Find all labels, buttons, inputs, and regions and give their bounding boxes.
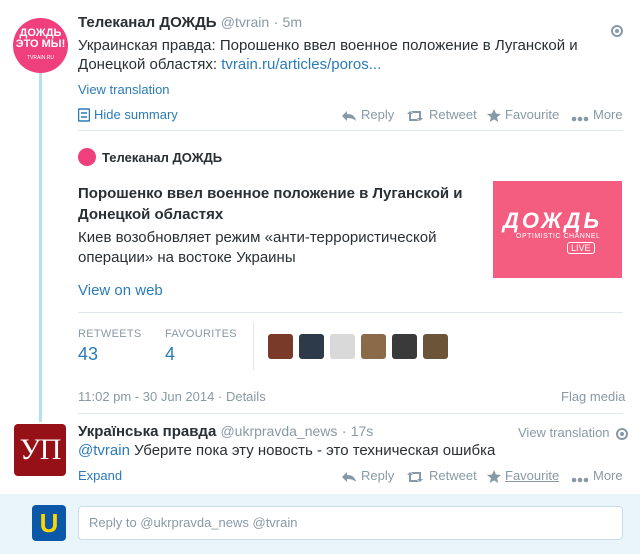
- timestamp[interactable]: 5m: [283, 14, 302, 30]
- reply-icon: [342, 472, 356, 482]
- more-button[interactable]: More: [571, 107, 623, 122]
- avatar[interactable]: УП: [14, 424, 66, 476]
- mention-link[interactable]: @tvrain: [78, 442, 130, 459]
- more-label: More: [593, 468, 623, 483]
- avatar-letter: U: [39, 507, 59, 538]
- timestamp[interactable]: 17s: [351, 423, 374, 439]
- divider: [253, 322, 254, 370]
- retweet-icon: [407, 111, 423, 121]
- reply-label: Reply: [361, 107, 395, 122]
- tweet-text: Украинская правда: Порошенко ввел военно…: [78, 36, 618, 74]
- avatar-text: ДОЖДЬ: [19, 26, 62, 39]
- logo-subtitle: OPTIMISTIC CHANNEL: [516, 233, 601, 240]
- tweet-text: @tvrain Уберите пока эту новость - это т…: [78, 442, 495, 459]
- source-avatar[interactable]: [78, 148, 96, 166]
- view-translation-link[interactable]: View translation: [78, 82, 170, 97]
- retweeter-avatar[interactable]: [361, 334, 386, 359]
- separator: ·: [217, 389, 223, 404]
- star-icon: [487, 470, 501, 483]
- retweet-label: Retweet: [429, 468, 477, 483]
- tweet-datetime: 11:02 pm - 30 Jun 2014: [78, 389, 215, 404]
- reply-button[interactable]: Reply: [341, 468, 394, 483]
- details-link[interactable]: Details: [226, 389, 266, 404]
- retweets-label: RETWEETS: [78, 328, 142, 340]
- favourites-label: FAVOURITES: [165, 328, 237, 340]
- retweeter-avatar[interactable]: [299, 334, 324, 359]
- divider: [78, 130, 623, 131]
- favourite-button[interactable]: Favourite: [487, 107, 559, 122]
- more-label: More: [593, 107, 623, 122]
- author-name[interactable]: Телеканал ДОЖДЬ: [78, 14, 217, 31]
- reply-icon: [342, 111, 356, 121]
- tweet-header: Телеканал ДОЖДЬ @tvrain · 5m: [78, 14, 302, 31]
- card-title[interactable]: Порошенко ввел военное положение в Луган…: [78, 183, 478, 225]
- tweet-header: Українська правда @ukrpravda_news · 17s: [78, 423, 373, 440]
- card-source-name[interactable]: Телеканал ДОЖДЬ: [102, 150, 222, 165]
- retweeter-avatar[interactable]: [268, 334, 293, 359]
- favourites-count[interactable]: 4: [165, 344, 175, 365]
- tweet-link[interactable]: tvrain.ru/articles/poros...: [221, 56, 381, 73]
- reply-label: Reply: [361, 468, 395, 483]
- tweet-meta: 11:02 pm - 30 Jun 2014 · Details: [78, 389, 266, 404]
- star-icon: [487, 109, 501, 122]
- retweeter-avatar[interactable]: [330, 334, 355, 359]
- card-icon: [77, 108, 91, 122]
- retweeter-avatar[interactable]: [392, 334, 417, 359]
- more-dots-icon: [571, 477, 589, 483]
- separator: ·: [273, 14, 279, 31]
- retweeter-avatar[interactable]: [423, 334, 448, 359]
- flag-media-link[interactable]: Flag media: [561, 389, 625, 404]
- card-image[interactable]: ДОЖДЬ OPTIMISTIC CHANNEL LIVE: [493, 181, 622, 278]
- retweet-label: Retweet: [429, 107, 477, 122]
- divider: [78, 413, 623, 414]
- author-name[interactable]: Українська правда: [78, 423, 216, 440]
- divider: [78, 312, 623, 313]
- globe-icon: [616, 427, 629, 440]
- retweets-count[interactable]: 43: [78, 344, 98, 365]
- conversation-thread-line: [39, 72, 42, 422]
- logo-text: ДОЖДЬ: [503, 208, 603, 233]
- favourite-label: Favourite: [505, 107, 560, 122]
- reply-input[interactable]: Reply to @ukrpravda_news @tvrain: [78, 506, 623, 540]
- retweet-icon: [407, 472, 423, 482]
- expand-link[interactable]: Expand: [78, 468, 122, 483]
- avatar[interactable]: ДОЖДЬ ЭТО МЫ! TVRAIN.RU: [13, 18, 68, 73]
- view-translation-label: View translation: [518, 425, 610, 440]
- favourite-label: Favourite: [505, 468, 560, 483]
- hide-summary-button[interactable]: Hide summary: [77, 107, 178, 122]
- avatar-text: ЭТО МЫ!: [15, 37, 66, 50]
- view-translation-link[interactable]: View translation: [518, 425, 629, 440]
- favourite-button[interactable]: Favourite: [487, 468, 559, 483]
- avatar-text: УП: [19, 433, 62, 466]
- retweet-button[interactable]: Retweet: [405, 468, 477, 483]
- more-dots-icon: [571, 116, 589, 122]
- more-button[interactable]: More: [571, 468, 623, 483]
- view-on-web-link[interactable]: View on web: [78, 282, 163, 299]
- reply-button[interactable]: Reply: [341, 107, 394, 122]
- tweet-text-body: Уберите пока эту новость - это техническ…: [134, 442, 496, 459]
- current-user-avatar: U: [32, 505, 66, 541]
- card-description: Киев возобновляет режим «анти-террористи…: [78, 229, 437, 266]
- separator: ·: [341, 423, 347, 440]
- retweet-button[interactable]: Retweet: [405, 107, 477, 122]
- author-handle[interactable]: @ukrpravda_news: [220, 423, 337, 439]
- hide-summary-label: Hide summary: [94, 107, 178, 122]
- author-handle[interactable]: @tvrain: [221, 14, 269, 30]
- live-badge: LIVE: [567, 242, 595, 254]
- avatar-text: TVRAIN.RU: [27, 54, 54, 61]
